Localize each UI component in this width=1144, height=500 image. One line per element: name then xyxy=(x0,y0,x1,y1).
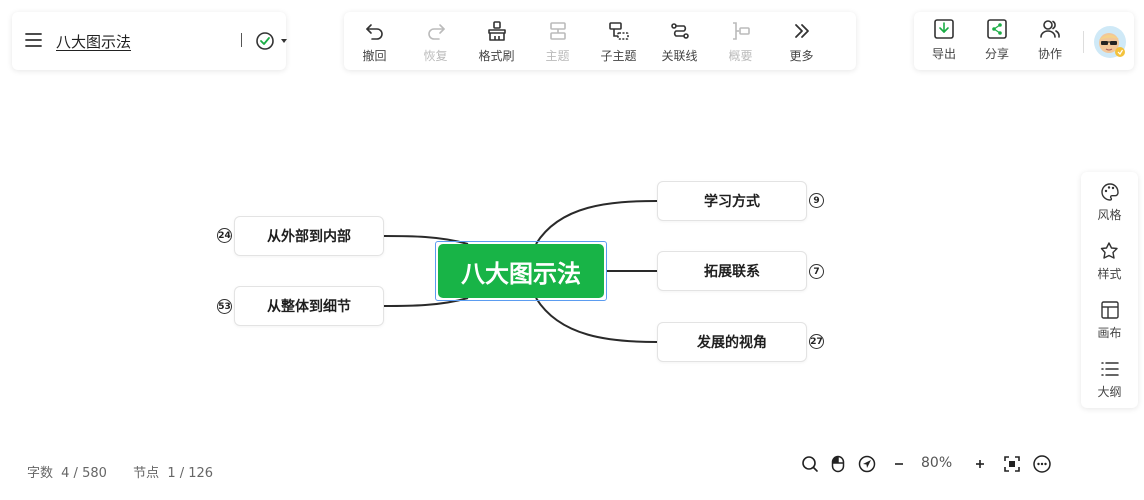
outline-label: 大纲 xyxy=(1097,385,1122,399)
share-button[interactable]: 分享 xyxy=(973,12,1021,70)
more-options-button[interactable] xyxy=(1032,454,1052,474)
collapsed-count-badge[interactable]: 53 xyxy=(217,299,232,314)
collapsed-count-badge[interactable]: 24 xyxy=(217,228,232,243)
undo-button[interactable]: 撤回 xyxy=(344,12,405,70)
more-button[interactable]: 更多 xyxy=(771,12,832,70)
more-label: 更多 xyxy=(789,49,814,63)
zoom-in-button[interactable] xyxy=(970,454,990,474)
word-count-value: 4 / 580 xyxy=(61,466,107,481)
zoom-out-button[interactable] xyxy=(889,454,909,474)
title-panel: 八大图示法 xyxy=(12,12,287,70)
document-stats: 字数 4 / 580 节点 1 / 126 xyxy=(27,462,217,481)
redo-icon xyxy=(427,24,445,40)
locate-icon xyxy=(858,455,876,473)
panel-divider xyxy=(1083,31,1084,53)
redo-button[interactable]: 恢复 xyxy=(405,12,466,70)
search-icon xyxy=(802,456,818,472)
side-panel: 风格 样式 画布 大纲 xyxy=(1081,172,1138,408)
node-count-value: 1 / 126 xyxy=(167,466,214,481)
share-panel: 导出 分享 协作 xyxy=(914,12,1134,70)
topic-node[interactable]: 从整体到细节 xyxy=(234,286,384,326)
title-separator xyxy=(241,33,242,47)
root-node-selection: 八大图示法 xyxy=(435,241,607,301)
collapsed-count-badge[interactable]: 7 xyxy=(809,264,824,279)
mouse-mode-button[interactable] xyxy=(828,454,848,474)
topic-node[interactable]: 拓展联系 xyxy=(657,251,807,291)
fit-view-button[interactable] xyxy=(1002,454,1022,474)
share-icon xyxy=(987,19,1007,39)
node-count-label: 节点 xyxy=(133,466,160,481)
collaborate-icon xyxy=(1040,20,1060,38)
root-node[interactable]: 八大图示法 xyxy=(438,244,604,298)
redo-label: 恢复 xyxy=(423,49,448,63)
topic-node[interactable]: 学习方式 xyxy=(657,181,807,221)
export-label: 导出 xyxy=(931,47,956,61)
theme-style-button[interactable]: 风格 xyxy=(1081,174,1138,230)
topic-node[interactable]: 发展的视角 xyxy=(657,322,807,362)
zoom-level: 80% xyxy=(921,455,953,471)
format-brush-label: 格式刷 xyxy=(478,49,515,63)
share-label: 分享 xyxy=(984,47,1009,61)
palette-icon xyxy=(1100,183,1119,201)
hamburger-menu-icon[interactable] xyxy=(24,30,44,50)
subtopic-label: 子主题 xyxy=(600,49,637,63)
collaborate-label: 协作 xyxy=(1037,47,1062,61)
topic-button[interactable]: 主题 xyxy=(527,12,588,70)
style-label: 样式 xyxy=(1097,267,1122,281)
theme-style-label: 风格 xyxy=(1097,208,1122,222)
subtopic-button[interactable]: 子主题 xyxy=(588,12,649,70)
collapsed-count-badge[interactable]: 9 xyxy=(809,193,824,208)
document-title[interactable]: 八大图示法 xyxy=(56,31,131,52)
collapsed-count-badge[interactable]: 27 xyxy=(809,334,824,349)
more-icon xyxy=(794,24,809,38)
topic-node[interactable]: 从外部到内部 xyxy=(234,216,384,256)
summary-label: 概要 xyxy=(728,49,753,63)
ellipsis-icon xyxy=(1033,455,1051,473)
topic-icon xyxy=(549,22,566,40)
canvas-button[interactable]: 画布 xyxy=(1081,292,1138,348)
export-button[interactable]: 导出 xyxy=(920,12,968,70)
outline-icon xyxy=(1100,362,1119,376)
main-toolbar: 撤回 恢复 格式刷 主题 子主题 关联线 概要 更多 xyxy=(344,12,856,70)
style-button[interactable]: 样式 xyxy=(1081,233,1138,289)
canvas-icon xyxy=(1100,301,1119,319)
topic-label: 主题 xyxy=(545,49,570,63)
export-icon xyxy=(934,19,954,39)
undo-icon xyxy=(365,24,383,40)
user-avatar[interactable] xyxy=(1094,26,1126,58)
format-brush-button[interactable]: 格式刷 xyxy=(466,12,527,70)
format-brush-icon xyxy=(487,21,506,41)
minus-icon xyxy=(895,463,903,465)
plus-icon xyxy=(976,460,984,468)
undo-label: 撤回 xyxy=(362,49,387,63)
relation-line-button[interactable]: 关联线 xyxy=(649,12,710,70)
saved-status-icon[interactable] xyxy=(255,31,291,51)
style-icon xyxy=(1100,242,1118,259)
mouse-icon xyxy=(831,455,845,473)
fit-screen-icon xyxy=(1004,456,1020,472)
relation-line-label: 关联线 xyxy=(661,49,698,63)
summary-button[interactable]: 概要 xyxy=(710,12,771,70)
search-button[interactable] xyxy=(800,454,820,474)
zoom-bar: 80% xyxy=(798,450,1058,478)
canvas-label: 画布 xyxy=(1097,326,1122,340)
relation-line-icon xyxy=(670,23,689,39)
locate-button[interactable] xyxy=(857,454,877,474)
collaborate-button[interactable]: 协作 xyxy=(1026,12,1074,70)
outline-button[interactable]: 大纲 xyxy=(1081,351,1138,407)
subtopic-icon xyxy=(608,22,629,40)
word-count-label: 字数 xyxy=(27,466,54,481)
summary-icon xyxy=(732,22,750,40)
